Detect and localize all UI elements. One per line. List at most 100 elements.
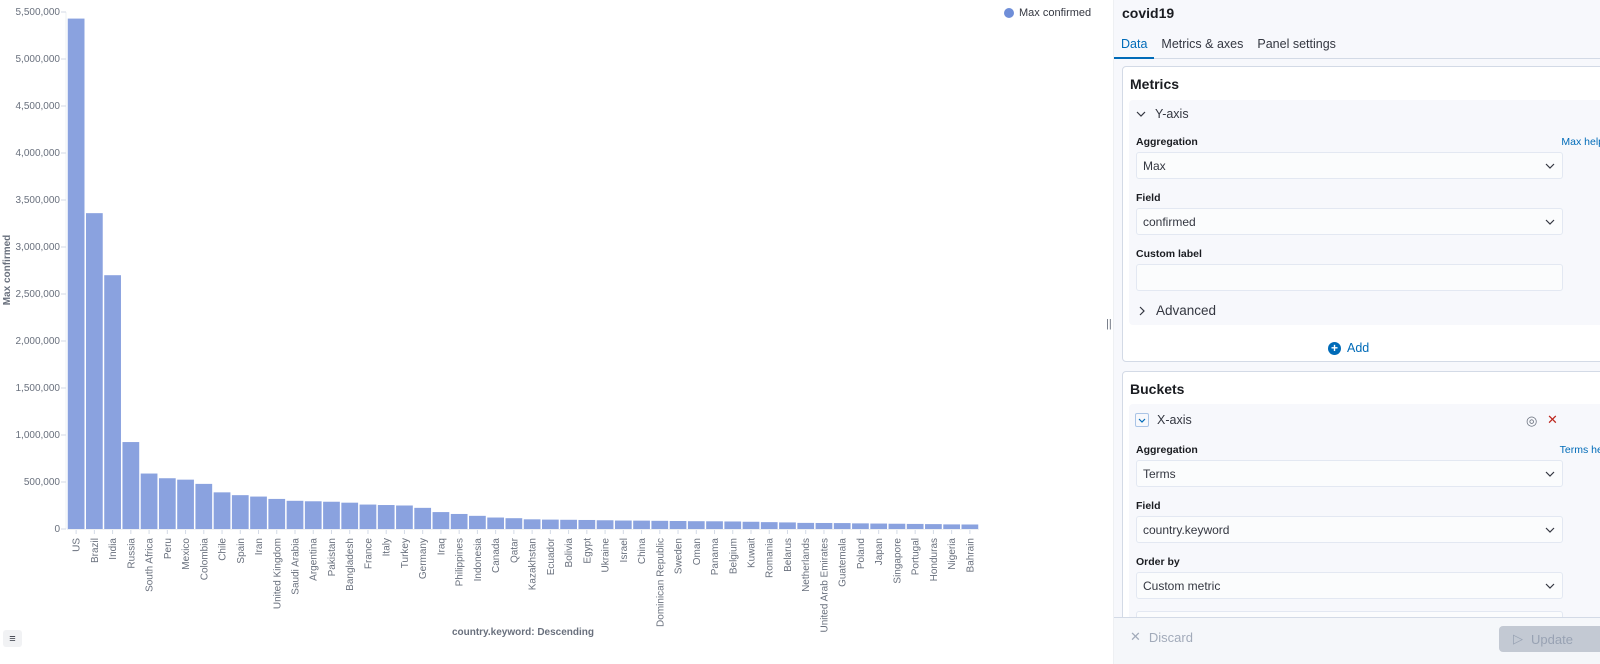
bar-spain[interactable] — [231, 495, 249, 529]
x-tick-label: Romania — [765, 538, 776, 578]
bar-honduras[interactable] — [925, 524, 942, 529]
x-tick-label: Portugal — [911, 538, 922, 575]
bar-brazil[interactable] — [85, 213, 103, 529]
bar-iran[interactable] — [250, 496, 267, 529]
bar-philippines[interactable] — [450, 513, 468, 529]
discard-label: Discard — [1148, 629, 1193, 645]
bar-singapore[interactable] — [888, 523, 906, 529]
bar-ukraine[interactable] — [596, 520, 614, 529]
bar-qatar[interactable] — [505, 518, 523, 529]
chevron-down-icon — [1545, 583, 1555, 589]
bar-egypt[interactable] — [578, 519, 596, 529]
bar-japan[interactable] — [870, 523, 888, 529]
bar-portugal[interactable] — [906, 523, 924, 529]
bar-ecuador[interactable] — [541, 519, 559, 529]
x-tick-label: Indonesia — [473, 538, 484, 582]
x-axis-label: X-axis — [1157, 413, 1192, 427]
tab-metrics-axes[interactable]: Metrics & axes — [1154, 31, 1250, 59]
bar-kuwait[interactable] — [742, 521, 760, 529]
bar-south-africa[interactable] — [140, 473, 158, 529]
bar-china[interactable] — [633, 520, 650, 529]
bar-chile[interactable] — [213, 492, 231, 529]
terms-help-link[interactable]: Terms help — [1560, 444, 1600, 456]
bar-colombia[interactable] — [195, 483, 213, 529]
bar-belarus[interactable] — [779, 522, 796, 529]
chevron-down-icon — [1545, 163, 1555, 169]
y-axis: 0 500,000 1,000,000 1,500,000 2,000,000 2,500… — [16, 7, 67, 535]
bar-turkey[interactable] — [396, 505, 413, 530]
bar-israel[interactable] — [614, 520, 632, 529]
bar-oman[interactable] — [687, 521, 705, 529]
bar-saudi-arabia[interactable] — [286, 500, 304, 529]
x-tick-label: France — [363, 538, 374, 570]
y-tick-label: 4,500,000 — [16, 101, 61, 112]
bar-indonesia[interactable] — [469, 515, 486, 529]
bar-russia[interactable] — [122, 442, 140, 529]
eye-icon[interactable]: ◎ — [1526, 413, 1537, 429]
bar-nigeria[interactable] — [943, 524, 961, 529]
bucket-field-select[interactable]: country.keyword — [1136, 516, 1563, 543]
bar-dominican-republic[interactable] — [651, 520, 669, 529]
x-tick-label: Philippines — [455, 538, 466, 586]
y-axis-accordion-toggle[interactable]: Y-axis — [1135, 107, 1189, 121]
bar-us[interactable] — [67, 18, 85, 530]
bar-mexico[interactable] — [177, 479, 194, 529]
bar-bangladesh[interactable] — [341, 502, 359, 529]
bar-bolivia[interactable] — [560, 519, 577, 529]
chevron-down-icon — [1545, 219, 1555, 225]
bar-india[interactable] — [104, 275, 121, 529]
bar-sweden[interactable] — [669, 521, 687, 529]
x-tick-label: Mexico — [181, 538, 192, 570]
y-axis-aggregation: Y-axis Aggregation Max help Max Field co… — [1129, 100, 1600, 325]
tab-data[interactable]: Data — [1114, 31, 1155, 59]
close-icon[interactable]: ✕ — [1547, 412, 1558, 428]
add-metric-button[interactable]: + Add — [1328, 341, 1369, 355]
field-select[interactable]: confirmed — [1136, 208, 1563, 235]
x-tick-label: Honduras — [929, 538, 940, 581]
bar-peru[interactable] — [158, 478, 176, 529]
panel-resize-handle[interactable]: || — [1106, 318, 1112, 330]
bucket-aggregation-value: Terms — [1143, 467, 1176, 481]
legend-toggle-button[interactable]: ≡ — [3, 630, 22, 647]
bar-kazakhstan[interactable] — [523, 519, 541, 529]
bar-panama[interactable] — [706, 521, 723, 529]
update-button[interactable]: ▷ Update — [1499, 626, 1600, 652]
aggregation-value: Max — [1143, 159, 1166, 173]
bar-guatemala[interactable] — [833, 523, 851, 529]
x-tick-label: Poland — [856, 538, 867, 569]
x-tick-label: Russia — [126, 538, 137, 569]
bar-france[interactable] — [359, 504, 377, 529]
bar-germany[interactable] — [414, 507, 432, 529]
bar-united-arab-emirates[interactable] — [815, 522, 833, 529]
bar-iraq[interactable] — [432, 512, 450, 529]
x-tick-label: Iraq — [436, 538, 447, 555]
x-tick-label: Colombia — [199, 538, 210, 581]
bar-netherlands[interactable] — [797, 522, 815, 529]
legend-item-max-confirmed[interactable]: Max confirmed — [1004, 7, 1091, 19]
bar-romania[interactable] — [760, 522, 778, 529]
bar-canada[interactable] — [487, 517, 505, 529]
tab-panel-settings[interactable]: Panel settings — [1250, 31, 1343, 59]
order-by-select[interactable]: Custom metric — [1136, 572, 1563, 599]
legend-dot-icon — [1004, 8, 1014, 18]
sidebar-tabs: Data Metrics & axes Panel settings — [1114, 31, 1600, 59]
chevron-down-icon — [1135, 413, 1149, 427]
bar-bahrain[interactable] — [961, 524, 979, 529]
bar-argentina[interactable] — [304, 501, 322, 529]
x-tick-label: Argentina — [309, 538, 320, 581]
bar-poland[interactable] — [852, 523, 869, 529]
bar-pakistan[interactable] — [323, 501, 340, 529]
aggregation-select[interactable]: Max — [1136, 152, 1563, 179]
x-axis-accordion-toggle[interactable]: X-axis — [1135, 413, 1192, 427]
discard-button[interactable]: ✕ Discard — [1130, 629, 1193, 645]
bucket-aggregation-select[interactable]: Terms — [1136, 460, 1563, 487]
bar-italy[interactable] — [377, 505, 395, 529]
max-help-link[interactable]: Max help — [1561, 136, 1600, 148]
aggregation-label: Aggregation — [1136, 444, 1198, 456]
bar-belgium[interactable] — [724, 521, 742, 529]
advanced-toggle[interactable]: Advanced — [1136, 303, 1216, 318]
x-tick-label: Ecuador — [546, 537, 557, 575]
bar-united-kingdom[interactable] — [268, 498, 286, 529]
x-tick-label: Turkey — [400, 538, 411, 568]
custom-label-input[interactable] — [1136, 264, 1563, 291]
